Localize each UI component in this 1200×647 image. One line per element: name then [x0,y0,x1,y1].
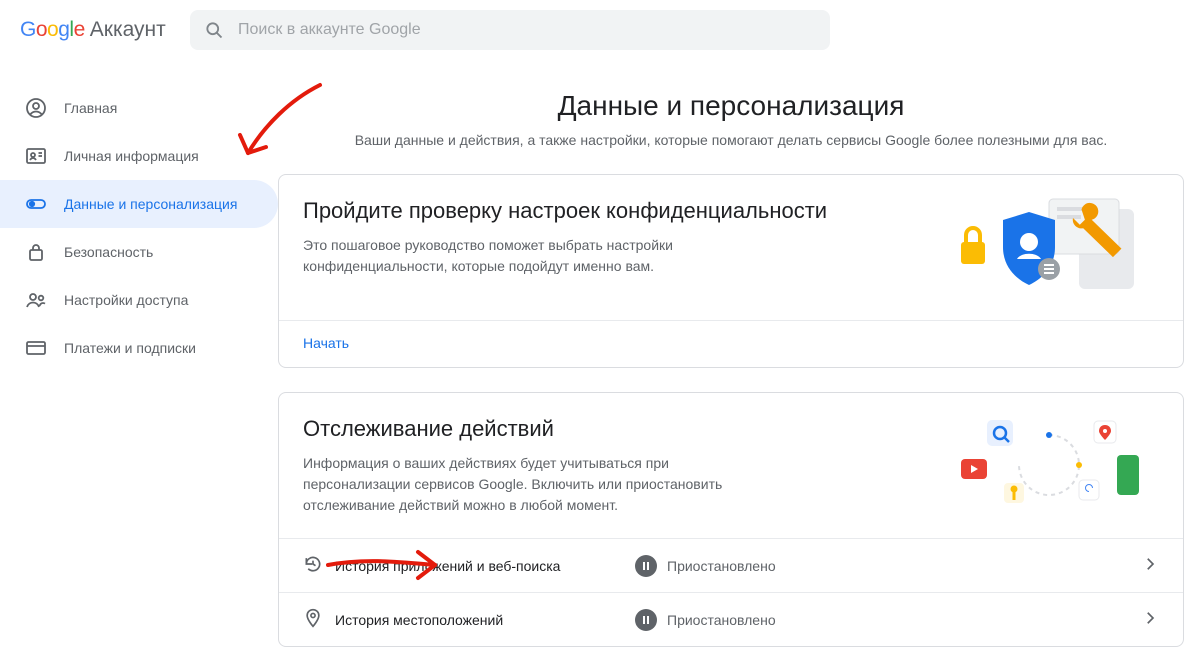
card-description: Информация о ваших действиях будет учиты… [303,453,723,516]
sidebar-item-label: Личная информация [64,148,199,164]
id-card-icon [24,144,48,168]
sidebar-item-people-sharing[interactable]: Настройки доступа [0,276,278,324]
chevron-right-icon [1141,609,1159,630]
search-input[interactable] [238,21,816,39]
card-title: Отслеживание действий [303,415,929,443]
lock-icon [24,240,48,264]
page-subtitle: Ваши данные и действия, а также настройк… [278,130,1184,150]
user-circle-icon [24,96,48,120]
row-label: История приложений и веб-поиска [335,558,635,574]
search-bar[interactable] [190,10,830,50]
row-status: Приостановлено [667,558,1141,574]
header: Google Аккаунт [0,0,1200,68]
google-account-logo[interactable]: Google Аккаунт [20,18,190,42]
sidebar-item-payments[interactable]: Платежи и подписки [0,324,278,372]
logo-subtitle: Аккаунт [90,18,166,42]
sidebar-item-label: Данные и персонализация [64,196,237,212]
sidebar-item-label: Платежи и подписки [64,340,196,356]
sidebar-item-label: Настройки доступа [64,292,188,308]
sidebar-item-label: Безопасность [64,244,153,260]
activity-row-web-app[interactable]: История приложений и веб-поиска Приостан… [279,538,1183,592]
sidebar-item-label: Главная [64,100,117,116]
start-button[interactable]: Начать [303,335,349,351]
privacy-illustration [949,197,1159,302]
toggle-icon [24,192,48,216]
credit-card-icon [24,336,48,360]
sidebar-nav: Главная Личная информация Данные и персо… [0,68,278,647]
row-label: История местоположений [335,612,635,628]
sidebar-item-data-personalization[interactable]: Данные и персонализация [0,180,278,228]
row-status: Приостановлено [667,612,1141,628]
google-logo-icon: Google [20,18,85,42]
pause-icon [635,555,657,577]
sidebar-item-security[interactable]: Безопасность [0,228,278,276]
main-content: Данные и персонализация Ваши данные и де… [278,68,1200,647]
activity-controls-card: Отслеживание действий Информация о ваших… [278,392,1184,647]
card-description: Это пошаговое руководство поможет выбрат… [303,235,723,277]
search-icon [204,20,224,40]
sidebar-item-personal-info[interactable]: Личная информация [0,132,278,180]
card-title: Пройдите проверку настроек конфиденциаль… [303,197,929,225]
pause-icon [635,609,657,631]
chevron-right-icon [1141,555,1159,576]
people-icon [24,288,48,312]
activity-illustration [949,415,1159,520]
location-icon [303,608,335,631]
privacy-checkup-card: Пройдите проверку настроек конфиденциаль… [278,174,1184,368]
history-icon [303,554,335,577]
activity-row-location[interactable]: История местоположений Приостановлено [279,592,1183,646]
sidebar-item-home[interactable]: Главная [0,84,278,132]
page-title: Данные и персонализация [278,90,1184,122]
card-action-row: Начать [279,320,1183,367]
